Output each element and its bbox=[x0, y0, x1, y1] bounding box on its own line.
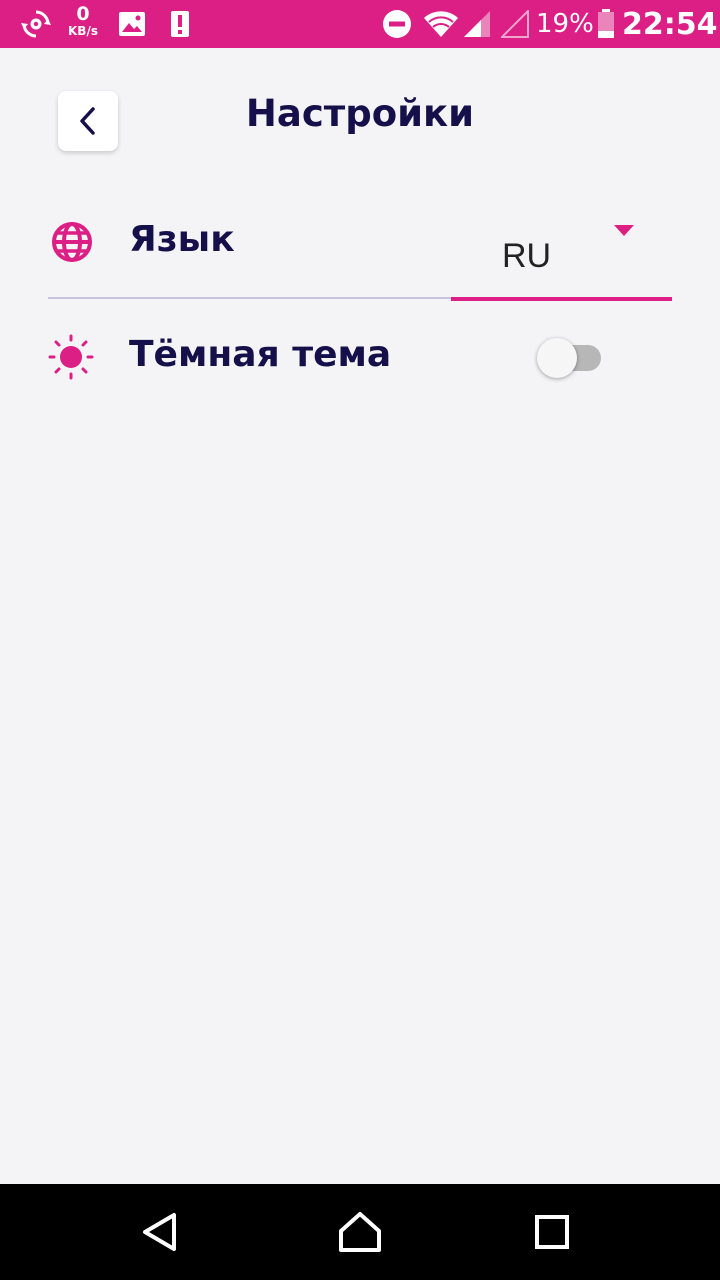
image-icon bbox=[117, 0, 147, 48]
battery-percent: 19% bbox=[536, 9, 594, 39]
row-divider bbox=[48, 297, 452, 299]
do-not-disturb-icon bbox=[380, 0, 414, 48]
alert-icon bbox=[168, 0, 192, 48]
nav-back-button[interactable] bbox=[112, 1184, 208, 1280]
network-speed-unit: KB/s bbox=[68, 24, 98, 38]
language-select-underline bbox=[451, 297, 672, 301]
language-label: Язык bbox=[129, 219, 235, 260]
toggle-thumb bbox=[537, 338, 577, 378]
language-selected-value: RU bbox=[502, 237, 552, 275]
home-icon bbox=[339, 1212, 381, 1252]
nav-recents-button[interactable] bbox=[504, 1184, 600, 1280]
page-title: Настройки bbox=[245, 92, 475, 135]
dark-theme-label: Тёмная тема bbox=[129, 334, 392, 375]
back-triangle-icon bbox=[143, 1213, 176, 1251]
globe-icon bbox=[50, 220, 94, 264]
dark-theme-toggle[interactable] bbox=[537, 338, 603, 378]
recents-icon bbox=[535, 1215, 569, 1249]
cell-signal-icon bbox=[462, 0, 492, 48]
language-select[interactable]: RU bbox=[451, 215, 672, 301]
network-speed-value: 0 bbox=[76, 3, 90, 25]
settings-screen: 0 KB/s 19% 22:54 Настройки Язык RU Тёмна… bbox=[0, 0, 720, 1280]
battery-icon bbox=[596, 0, 616, 48]
sun-icon bbox=[48, 334, 94, 380]
wifi-icon bbox=[422, 0, 460, 48]
network-speed: 0 KB/s bbox=[62, 3, 104, 38]
clock: 22:54 bbox=[622, 6, 718, 42]
nav-home-button[interactable] bbox=[312, 1184, 408, 1280]
status-bar: 0 KB/s 19% 22:54 bbox=[0, 0, 720, 48]
navigation-bar bbox=[0, 1184, 720, 1280]
no-signal-icon bbox=[500, 0, 530, 48]
sync-settings-icon bbox=[18, 0, 54, 48]
dropdown-arrow-icon bbox=[614, 225, 634, 236]
